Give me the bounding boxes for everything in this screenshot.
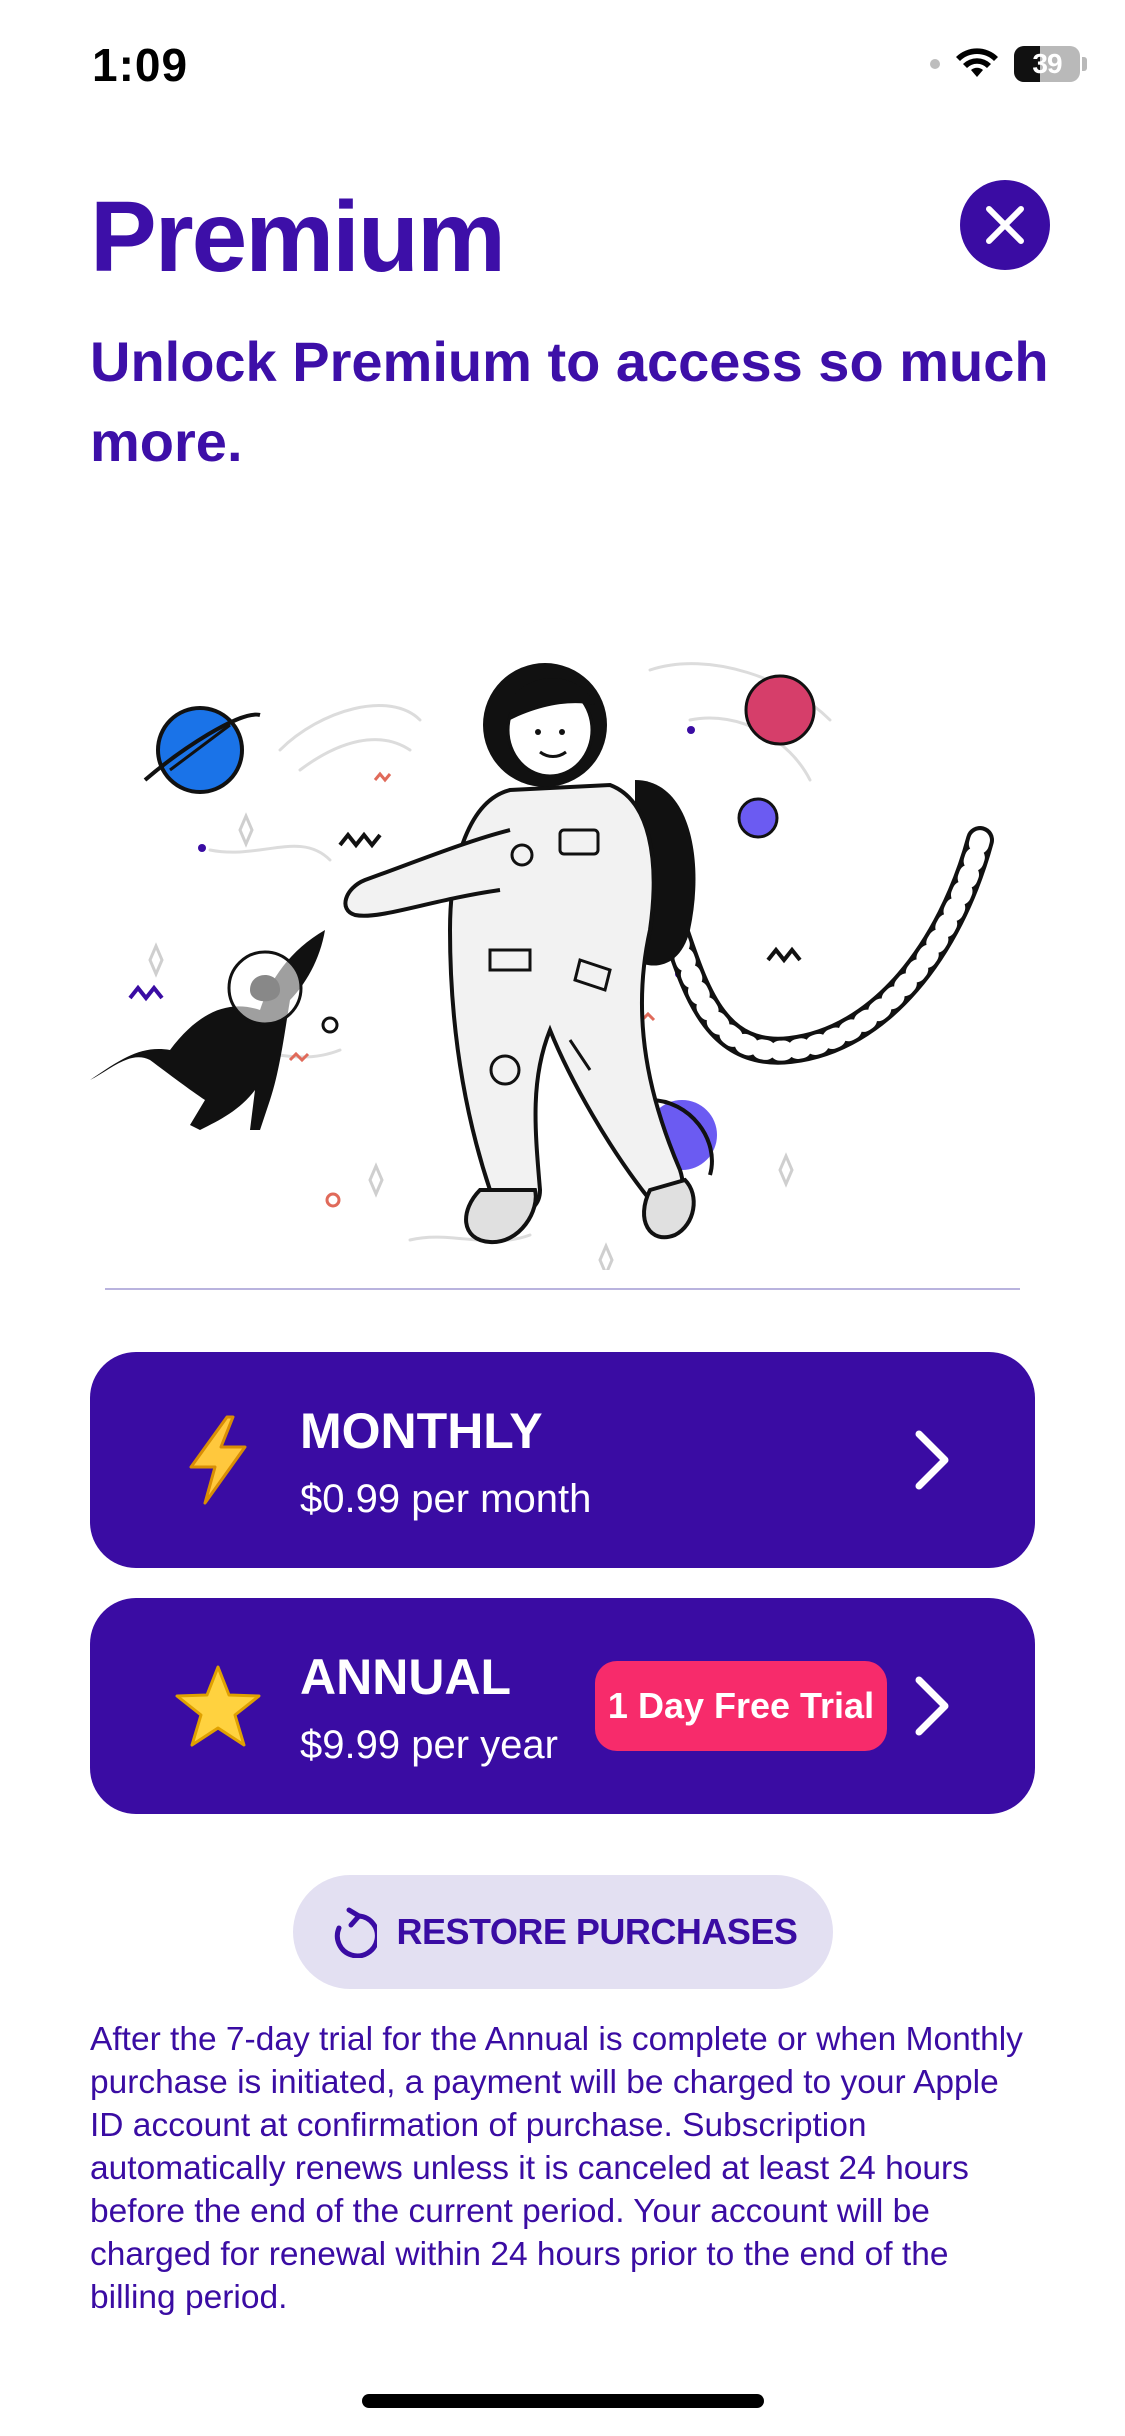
home-indicator[interactable] — [362, 2394, 764, 2408]
battery-icon: 39 — [1014, 46, 1080, 82]
plan-name: ANNUAL — [300, 1649, 512, 1705]
plan-name: MONTHLY — [300, 1403, 543, 1459]
restore-purchases-button[interactable]: RESTORE PURCHASES — [293, 1875, 833, 1989]
restore-label: RESTORE PURCHASES — [396, 1911, 798, 1952]
close-icon — [986, 206, 1024, 244]
page-title: Premium — [90, 181, 506, 293]
monthly-plan-button[interactable]: MONTHLY $0.99 per month — [90, 1352, 1035, 1568]
plan-price: $9.99 per year — [300, 1723, 558, 1767]
lightning-icon — [162, 1404, 274, 1516]
status-bar: 1:09 39 — [0, 0, 1125, 140]
free-trial-badge: 1 Day Free Trial — [595, 1661, 887, 1751]
restore-icon — [334, 1907, 377, 1958]
chevron-right-icon — [915, 1676, 949, 1736]
legal-disclaimer: After the 7-day trial for the Annual is … — [90, 2021, 1023, 2316]
close-button[interactable] — [960, 180, 1050, 270]
astronaut-cat-space-illustration — [90, 662, 994, 1270]
plan-price: $0.99 per month — [300, 1477, 592, 1521]
status-indicators: 39 — [930, 44, 1087, 84]
divider — [105, 1288, 1020, 1290]
battery-cap — [1082, 57, 1087, 71]
chevron-right-icon — [915, 1430, 949, 1490]
recording-dot-icon — [930, 59, 940, 69]
page-subtitle: Unlock Premium to access so much more. — [90, 330, 1049, 473]
annual-plan-button[interactable]: ANNUAL $9.99 per year 1 Day Free Trial — [90, 1598, 1035, 1814]
wifi-icon — [956, 48, 998, 77]
star-icon — [162, 1650, 274, 1762]
battery-level: 39 — [1032, 48, 1062, 79]
status-time: 1:09 — [92, 39, 189, 91]
